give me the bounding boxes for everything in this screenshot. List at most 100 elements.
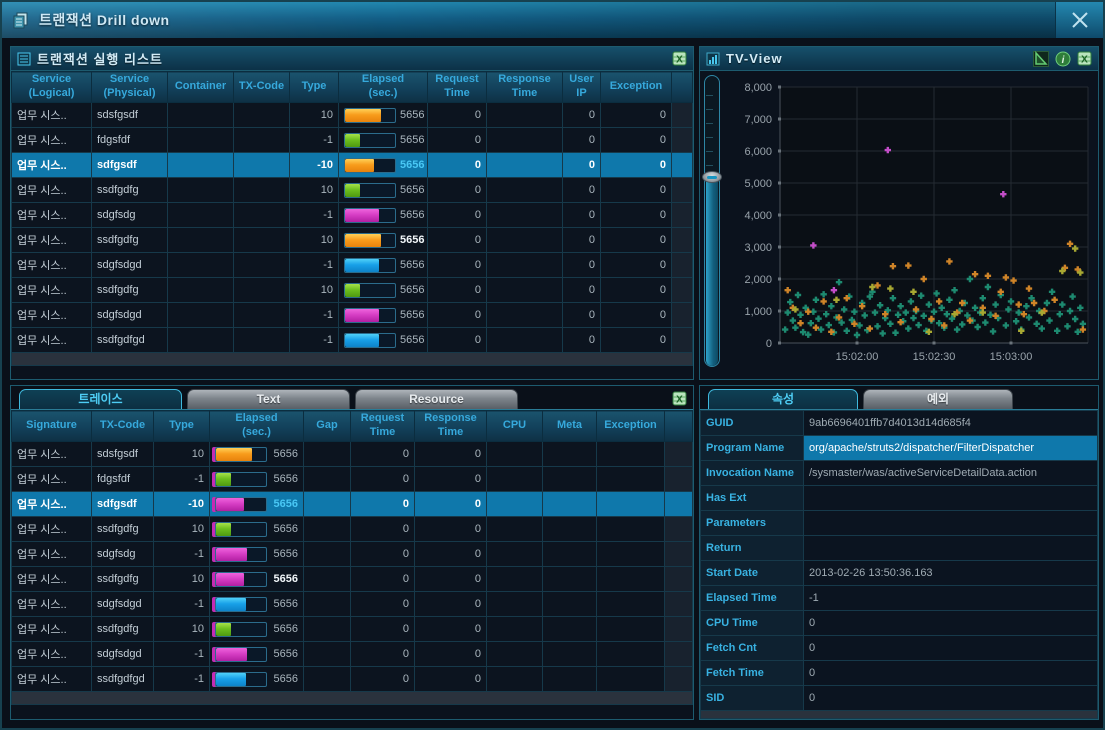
properties-table: GUID9ab6696401ffb7d4013d14d685f4Program … <box>700 410 1098 711</box>
table-row[interactable]: 업무 시스..sdgfsdgd-1565600 <box>12 592 693 617</box>
cell <box>543 642 597 667</box>
slope-icon[interactable] <box>1033 51 1049 67</box>
table-row[interactable]: 업무 시스..sdfgsdf-105656000 <box>12 153 693 178</box>
scrollbar-column[interactable] <box>672 72 693 103</box>
table-row[interactable]: 업무 시스..sdsfgsdf10565600 <box>12 442 693 467</box>
scrollbar-column[interactable] <box>665 411 693 442</box>
elapsed-value: 5656 <box>400 159 424 171</box>
column-header[interactable]: Response Time <box>415 411 487 442</box>
cell: 0 <box>563 178 601 203</box>
property-label: Elapsed Time <box>701 586 804 611</box>
property-label: Fetch Cnt <box>701 636 804 661</box>
table-row[interactable]: 업무 시스..sdfgsdf-10565600 <box>12 492 693 517</box>
elapsed-gauge-fill <box>216 623 231 636</box>
column-header[interactable]: Exception <box>597 411 665 442</box>
column-header[interactable]: TX-Code <box>234 72 290 103</box>
property-row[interactable]: Return <box>701 536 1098 561</box>
info-icon[interactable]: i <box>1055 51 1071 67</box>
scrollbar-cell <box>672 253 693 278</box>
column-header[interactable]: Gap <box>304 411 351 442</box>
column-header[interactable]: Request Time <box>351 411 415 442</box>
column-header[interactable]: User IP <box>563 72 601 103</box>
elapsed-gauge <box>344 158 396 173</box>
property-label: Has Ext <box>701 486 804 511</box>
cell: sdfgsdf <box>92 492 154 517</box>
elapsed-cell: 5656 <box>339 178 428 203</box>
column-header[interactable]: Elapsed (sec.) <box>210 411 304 442</box>
cell: 0 <box>601 103 672 128</box>
table-row[interactable]: 업무 시스..ssdfgdfgd-1565600 <box>12 667 693 692</box>
table-row[interactable]: 업무 시스..ssdfgdfg10565600 <box>12 617 693 642</box>
column-header[interactable]: Request Time <box>428 72 487 103</box>
elapsed-cell: 5656 <box>210 492 304 517</box>
table-row[interactable]: 업무 시스..ssdfgdfg10565600 <box>12 567 693 592</box>
column-header[interactable]: Service (Logical) <box>12 72 92 103</box>
column-header[interactable]: Type <box>154 411 210 442</box>
property-row[interactable]: Elapsed Time-1 <box>701 586 1098 611</box>
cell: 0 <box>601 278 672 303</box>
elapsed-gauge-wrap: 5656 <box>215 522 298 537</box>
table-row[interactable]: 업무 시스..sdgfsdgd-15656000 <box>12 253 693 278</box>
column-header[interactable]: Meta <box>543 411 597 442</box>
property-row[interactable]: Program Nameorg/apache/struts2/dispatche… <box>701 436 1098 461</box>
column-header[interactable]: CPU <box>487 411 543 442</box>
column-header[interactable]: Exception <box>601 72 672 103</box>
table-row[interactable]: 업무 시스..sdgfsdg-1565600 <box>12 542 693 567</box>
column-header[interactable]: Elapsed (sec.) <box>339 72 428 103</box>
property-row[interactable]: Start Date2013-02-26 13:50:36.163 <box>701 561 1098 586</box>
elapsed-cell: 5656 <box>339 303 428 328</box>
table-row[interactable]: 업무 시스..sdgfsdgd-15656000 <box>12 303 693 328</box>
property-row[interactable]: Parameters <box>701 511 1098 536</box>
table-row[interactable]: 업무 시스..ssdfgdfg105656000 <box>12 278 693 303</box>
tab-inactive[interactable]: 예외 <box>863 389 1013 409</box>
property-row[interactable]: GUID9ab6696401ffb7d4013d14d685f4 <box>701 411 1098 436</box>
elapsed-gauge-fill <box>345 334 379 347</box>
column-header[interactable]: Service (Physical) <box>92 72 168 103</box>
cell: sdgfsdgd <box>92 303 168 328</box>
cell <box>234 278 290 303</box>
excel-export-icon[interactable]: X <box>672 391 687 406</box>
table-row[interactable]: 업무 시스..ssdfgdfg105656000 <box>12 228 693 253</box>
property-row[interactable]: Has Ext <box>701 486 1098 511</box>
cell <box>168 253 234 278</box>
property-row[interactable]: Invocation Name/sysmaster/was/activeServ… <box>701 461 1098 486</box>
column-header[interactable]: Response Time <box>487 72 563 103</box>
column-header[interactable]: Container <box>168 72 234 103</box>
table-row[interactable]: 업무 시스..fdgsfdf-1565600 <box>12 467 693 492</box>
table-row[interactable]: 업무 시스..sdgfsdg-15656000 <box>12 203 693 228</box>
table-row[interactable]: 업무 시스..sdgfsdgd-1565600 <box>12 642 693 667</box>
cell <box>304 442 351 467</box>
cell: 0 <box>351 642 415 667</box>
tab-inactive[interactable]: Resource <box>355 389 518 409</box>
tab-active[interactable]: 속성 <box>708 389 858 409</box>
y-tick-label: 5,000 <box>744 178 772 190</box>
cell: -1 <box>290 328 339 353</box>
property-value: 0 <box>804 686 1098 711</box>
close-button[interactable] <box>1055 2 1103 38</box>
scatter-chart[interactable]: 01,0002,0003,0004,0005,0006,0007,0008,00… <box>722 75 1096 377</box>
elapsed-cell: 5656 <box>339 278 428 303</box>
cell: 업무 시스.. <box>12 592 92 617</box>
cell <box>597 517 665 542</box>
scrollbar-cell <box>665 667 693 692</box>
tab-inactive[interactable]: Text <box>187 389 350 409</box>
table-row[interactable]: 업무 시스..ssdfgdfg10565600 <box>12 517 693 542</box>
cell: 0 <box>428 228 487 253</box>
property-row[interactable]: SID0 <box>701 686 1098 711</box>
table-row[interactable]: 업무 시스..ssdfgdfg105656000 <box>12 178 693 203</box>
column-header[interactable]: TX-Code <box>92 411 154 442</box>
tab-active[interactable]: 트레이스 <box>19 389 182 409</box>
column-header[interactable]: Type <box>290 72 339 103</box>
property-row[interactable]: Fetch Time0 <box>701 661 1098 686</box>
column-header[interactable]: Signature <box>12 411 92 442</box>
cell: 업무 시스.. <box>12 617 92 642</box>
table-row[interactable]: 업무 시스..sdsfgsdf105656000 <box>12 103 693 128</box>
property-row[interactable]: Fetch Cnt0 <box>701 636 1098 661</box>
excel-export-icon[interactable]: X <box>672 51 687 66</box>
property-row[interactable]: CPU Time0 <box>701 611 1098 636</box>
y-zoom-slider[interactable] <box>704 75 720 367</box>
y-tick <box>778 310 781 313</box>
excel-export-icon[interactable]: X <box>1077 51 1092 66</box>
table-row[interactable]: 업무 시스..ssdfgdfgd-15656000 <box>12 328 693 353</box>
table-row[interactable]: 업무 시스..fdgsfdf-15656000 <box>12 128 693 153</box>
